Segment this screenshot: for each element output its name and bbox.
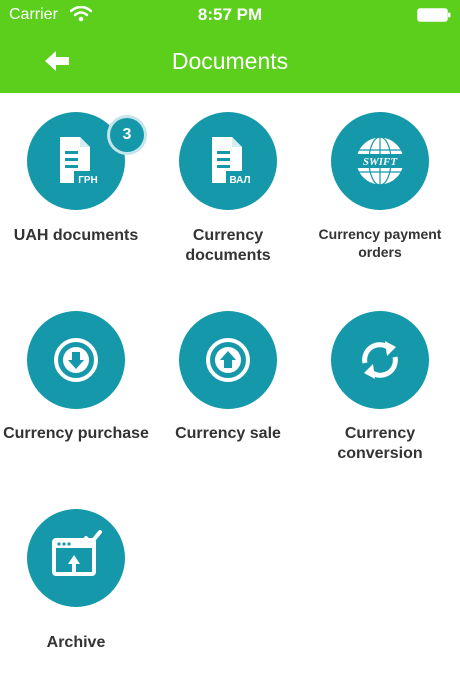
tile-archive[interactable]: Archive	[0, 509, 152, 659]
swift-icon-text: SWIFT	[363, 156, 399, 168]
currency-icon-text: ВАЛ	[229, 175, 250, 186]
tile-currency-sale-label: Currency sale	[175, 425, 281, 442]
currency-payment-orders-circle: SWIFT	[331, 112, 429, 210]
tile-currency-conversion[interactable]: Currency conversion	[304, 311, 456, 471]
document-uah-icon: ГРН	[60, 137, 102, 187]
notification-badge: 3	[107, 115, 147, 155]
tile-currency-payment-orders-label: Currency payment orders	[318, 226, 442, 260]
refresh-arrows-icon	[362, 341, 398, 379]
uah-icon-text: ГРН	[78, 175, 98, 186]
currency-sale-circle	[179, 311, 277, 409]
tile-currency-purchase-label: Currency purchase	[3, 425, 149, 442]
status-time: 8:57 PM	[197, 5, 263, 24]
document-currency-icon: ВАЛ	[212, 137, 254, 187]
archive-circle	[27, 509, 125, 607]
tile-currency-documents[interactable]: ВАЛ Currency documents	[152, 112, 304, 272]
archive-upload-icon	[52, 530, 102, 576]
tile-uah-documents-label: UAH documents	[13, 227, 139, 244]
currency-conversion-circle	[331, 311, 429, 409]
battery-icon	[417, 8, 451, 22]
tile-currency-documents-label: Currency documents	[185, 227, 271, 264]
arrow-up-circle-icon	[206, 338, 250, 382]
tile-currency-payment-orders[interactable]: SWIFT Currency payment orders	[304, 112, 456, 272]
status-bar: Carrier 8:57 PM	[0, 0, 460, 30]
swift-globe-icon: SWIFT	[355, 136, 405, 186]
tile-currency-sale[interactable]: Currency sale	[152, 311, 304, 471]
currency-documents-circle: ВАЛ	[179, 112, 277, 210]
tile-archive-label: Archive	[46, 634, 106, 651]
page-title: Documents	[171, 48, 289, 74]
currency-purchase-circle	[27, 311, 125, 409]
arrow-down-circle-icon	[54, 338, 98, 382]
header-bar: Carrier 8:57 PM Documents	[0, 0, 460, 93]
tile-currency-conversion-label: Currency conversion	[337, 425, 423, 462]
tile-currency-purchase[interactable]: Currency purchase	[0, 311, 152, 471]
